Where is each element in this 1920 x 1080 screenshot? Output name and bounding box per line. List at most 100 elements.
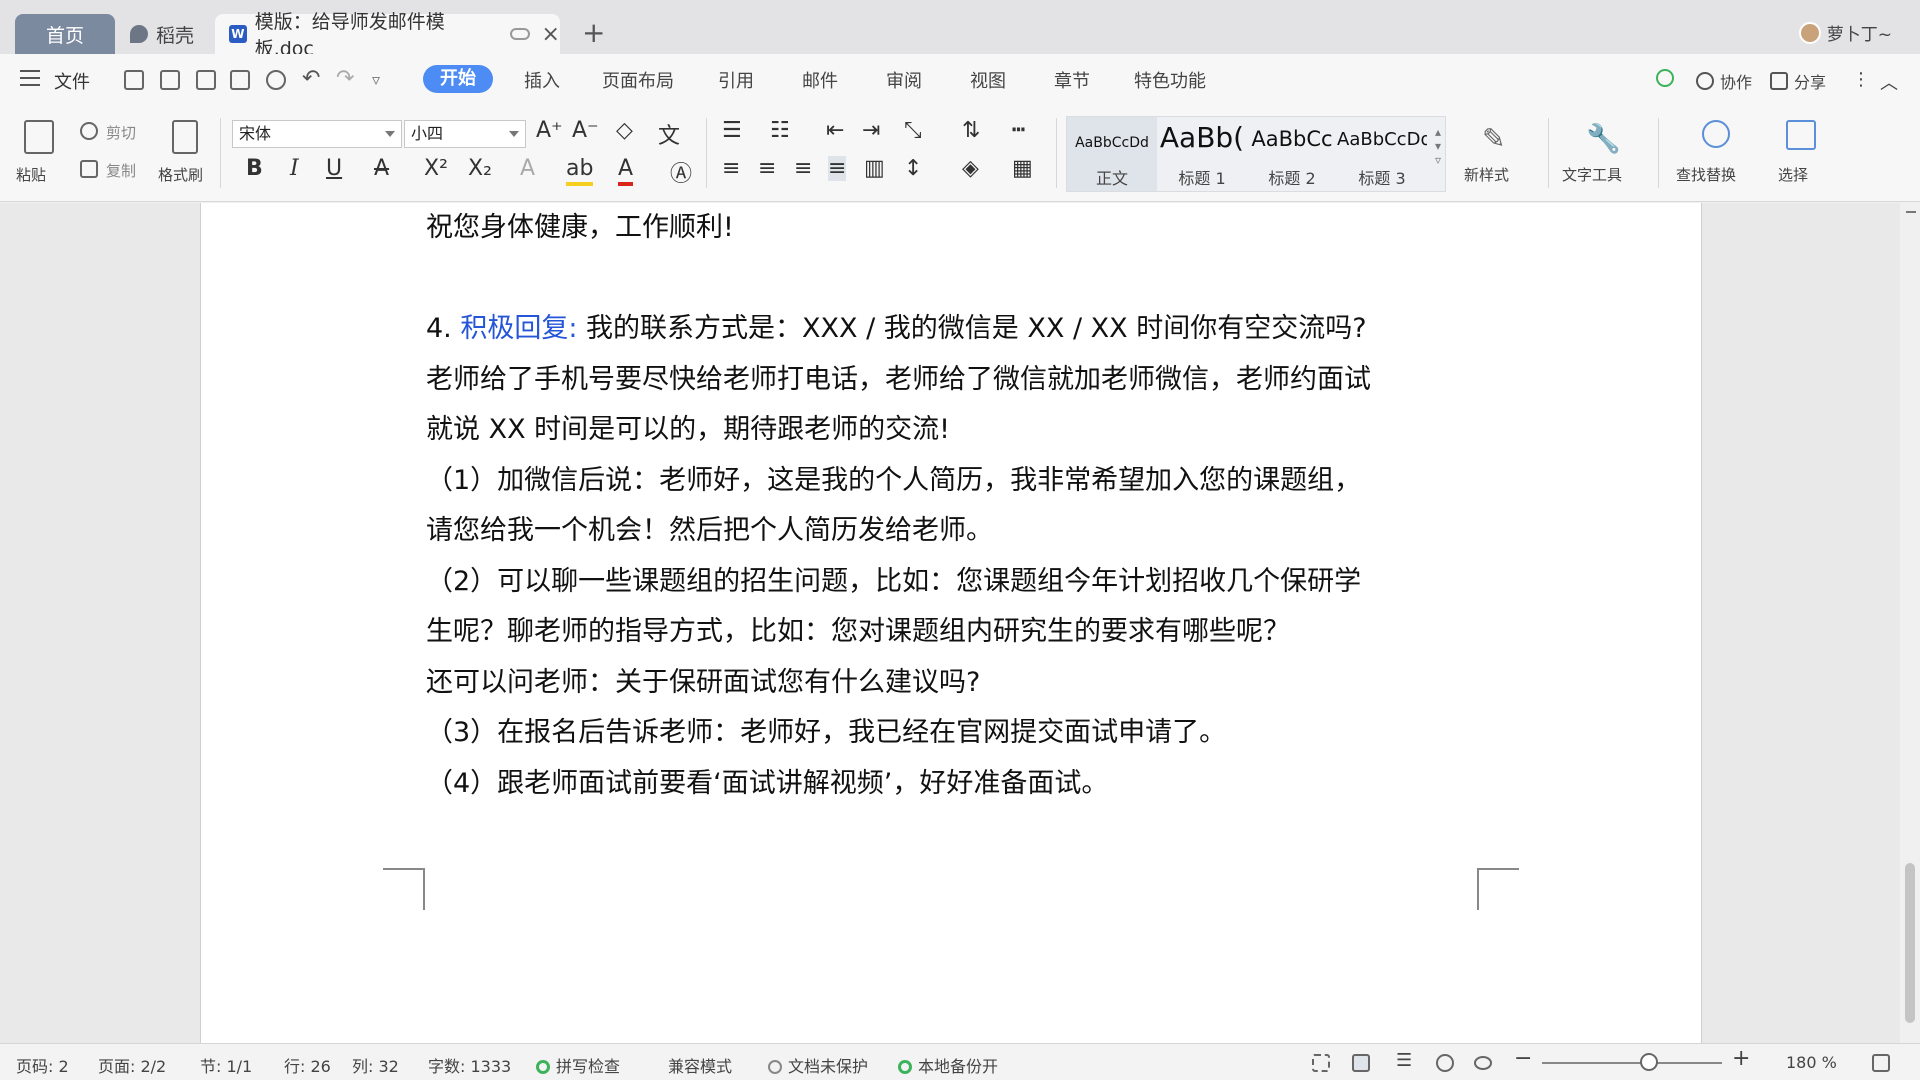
customize-toolbar-icon[interactable]: ▿ [372,70,392,90]
collab-button[interactable]: 协作 [1696,69,1752,93]
numbered-list-icon[interactable]: ☷ [770,118,790,143]
web-view-icon[interactable] [1436,1054,1454,1072]
align-left-icon[interactable]: ≡ [722,156,740,181]
tab-start[interactable]: 开始 [423,65,493,93]
tab-daoke[interactable]: 稻壳 [120,14,210,54]
new-style-icon[interactable]: ✎ [1482,122,1510,155]
doc-protection-button[interactable]: 文档未保护 [768,1053,868,1077]
find-replace-button[interactable]: 查找替换 [1676,164,1736,185]
tab-chapter[interactable]: 章节 [1054,67,1090,93]
status-page[interactable]: 页面: 2/2 [98,1053,166,1077]
font-name-select[interactable]: 宋体 [232,120,402,148]
copy-icon[interactable] [80,160,98,178]
sort-icon[interactable]: ⇅ [962,118,980,143]
text-tools-button[interactable]: 文字工具 [1562,164,1622,185]
fit-page-icon[interactable] [1872,1054,1890,1072]
fullscreen-icon[interactable] [1312,1054,1330,1072]
strikethrough-icon[interactable]: A [374,156,389,181]
cut-button[interactable]: 剪切 [106,122,136,143]
tab-insert[interactable]: 插入 [524,67,560,93]
close-tab-icon[interactable]: × [542,22,560,47]
zoom-out-button[interactable]: − [1514,1046,1532,1071]
style-heading-3[interactable]: AaBbCcDd 标题 3 [1337,117,1427,191]
collapse-ribbon-icon[interactable]: ︿ [1880,69,1898,95]
subscript-icon[interactable]: X₂ [468,156,492,181]
styles-scroll-icon[interactable]: ▴ ▾ ▿ [1435,125,1441,167]
vertical-scrollbar[interactable] [1900,203,1920,1043]
tab-references[interactable]: 引用 [718,67,754,93]
align-right-icon[interactable]: ≡ [794,156,812,181]
text-effect-icon[interactable]: A [520,156,535,181]
justify-icon[interactable]: ≡ [828,156,847,181]
new-tab-button[interactable]: + [582,16,605,49]
style-heading-1[interactable]: AaBb( 标题 1 [1157,117,1247,191]
cloud-sync-icon[interactable] [509,28,530,40]
spell-check-button[interactable]: 拼写检查 [536,1053,620,1077]
highlight-icon[interactable]: ab [566,156,594,186]
increase-indent-icon[interactable]: ⇥ [862,118,880,143]
redo-icon[interactable]: ↷ [336,66,356,91]
user-account[interactable]: 萝卜丁~ [1798,20,1892,45]
print-icon[interactable] [230,70,250,90]
undo-icon[interactable]: ↶ [302,66,322,91]
distribute-icon[interactable]: ▥ [864,156,885,181]
scrollbar-thumb[interactable] [1905,863,1915,1023]
copy-button[interactable]: 复制 [106,160,136,181]
paste-button[interactable]: 粘贴 [16,164,46,185]
char-border-icon[interactable]: Ⓐ [670,156,692,188]
zoom-slider[interactable] [1542,1062,1722,1064]
italic-icon[interactable]: I [290,156,299,181]
outline-view-icon[interactable]: ☰ [1396,1050,1414,1071]
tab-page-layout[interactable]: 页面布局 [602,67,674,93]
shading-icon[interactable]: ◈ [962,156,979,181]
new-style-button[interactable]: 新样式 [1464,164,1509,185]
shrink-font-icon[interactable]: A⁻ [572,118,599,143]
format-painter-button[interactable]: 格式刷 [158,164,203,185]
export-pdf-icon[interactable] [196,70,216,90]
status-word-count[interactable]: 字数: 1333 [428,1053,511,1077]
borders-icon[interactable]: ▦ [1012,156,1033,181]
share-button[interactable]: 分享 [1770,69,1826,93]
phonetic-guide-icon[interactable]: 文 [658,118,680,150]
more-icon[interactable]: ⋮ [1852,69,1870,90]
clear-format-icon[interactable]: ◇ [616,118,633,143]
tab-view[interactable]: 视图 [970,67,1006,93]
grow-font-icon[interactable]: A⁺ [536,118,563,143]
tab-mail[interactable]: 邮件 [802,67,838,93]
save-icon[interactable] [160,70,180,90]
tab-special-features[interactable]: 特色功能 [1134,67,1206,93]
line-spacing-icon[interactable]: ↕ [904,156,922,181]
paste-icon[interactable] [24,120,54,154]
decrease-indent-icon[interactable]: ⇤ [826,118,844,143]
underline-icon[interactable]: U [326,156,342,181]
cloud-status[interactable] [1656,69,1680,87]
search-icon[interactable] [1702,120,1730,148]
file-menu[interactable]: 文件 [54,68,90,94]
bold-icon[interactable]: B [246,156,263,181]
zoom-slider-handle[interactable] [1640,1053,1658,1071]
style-normal[interactable]: AaBbCcDd 正文 [1067,117,1157,191]
format-painter-icon[interactable] [172,120,198,154]
document-body[interactable]: 同学以后会或者说以会以交流一下等：谢谢老师! 祝您身体健康，工作顺利! 4. 积… [426,203,1486,809]
tab-home[interactable]: 首页 [15,14,115,54]
page-view-icon[interactable] [1352,1054,1370,1072]
hamburger-menu-icon[interactable] [20,70,40,86]
font-size-select[interactable]: 小四 [404,120,526,148]
eye-protection-icon[interactable] [1474,1056,1492,1070]
text-direction-icon[interactable]: ⤡ [904,118,922,143]
show-marks-icon[interactable]: ┅ [1012,118,1025,143]
local-backup-button[interactable]: 本地备份开 [898,1053,998,1077]
style-heading-2[interactable]: AaBbCc 标题 2 [1247,117,1337,191]
print-preview-icon[interactable] [266,70,286,90]
scissors-icon[interactable] [80,122,98,140]
zoom-in-button[interactable]: + [1732,1046,1750,1071]
tab-document[interactable]: W 模版：给导师发邮件模板.doc × [215,11,560,60]
open-folder-icon[interactable] [124,70,144,90]
wrench-icon[interactable]: 🔧 [1586,122,1621,155]
select-button[interactable]: 选择 [1778,164,1808,185]
tab-review[interactable]: 审阅 [886,67,922,93]
scroll-top-icon[interactable] [1906,211,1916,221]
select-icon[interactable] [1786,120,1816,150]
document-page[interactable]: 同学以后会或者说以会以交流一下等：谢谢老师! 祝您身体健康，工作顺利! 4. 积… [200,203,1702,1043]
bullet-list-icon[interactable]: ☰ [722,118,742,143]
